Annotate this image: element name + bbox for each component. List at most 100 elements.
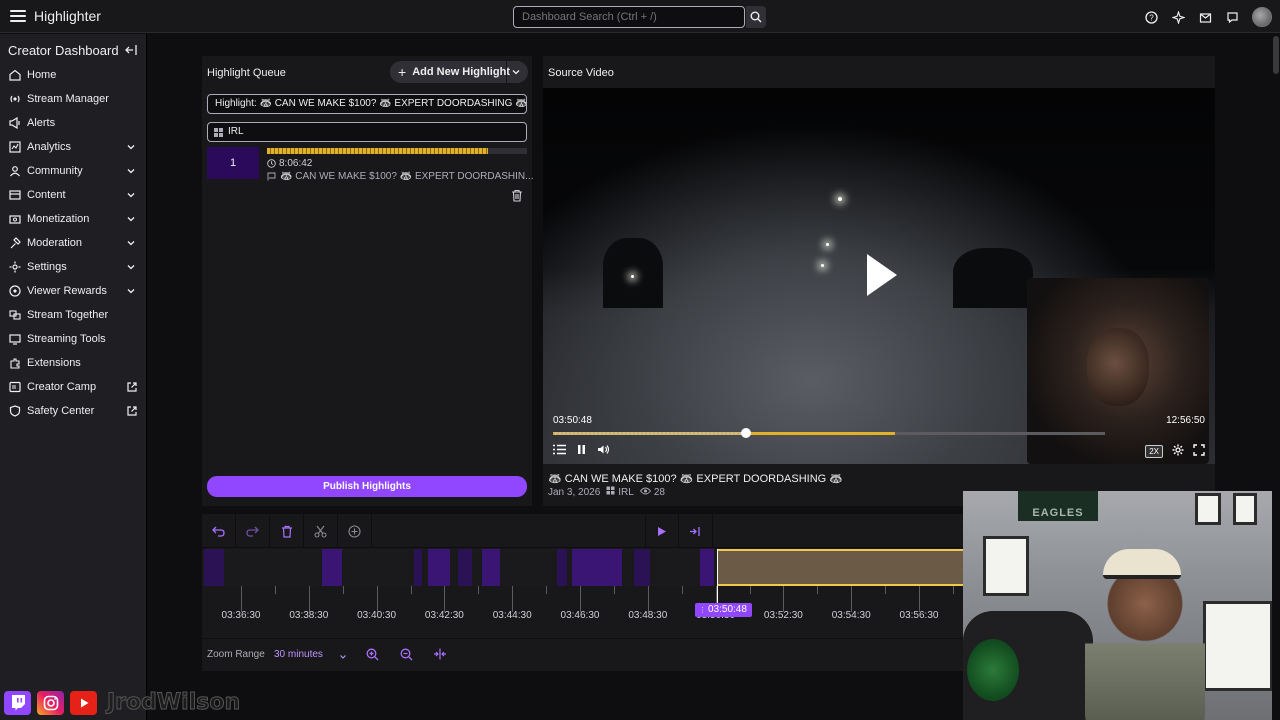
timeline-tick bbox=[241, 586, 242, 612]
sidebar-item-monetization[interactable]: Monetization bbox=[0, 207, 146, 231]
chevron-down-icon[interactable] bbox=[126, 262, 136, 272]
publish-highlights-button[interactable]: Publish Highlights bbox=[207, 476, 527, 497]
highlight-title-input[interactable]: Highlight: 🦝 CAN WE MAKE $100? 🦝 EXPERT … bbox=[207, 94, 527, 114]
whispers-icon[interactable] bbox=[1225, 10, 1240, 25]
timeline-highlight-segment[interactable] bbox=[414, 549, 422, 586]
video-info-meta: Jan 3, 2026 IRL 28 bbox=[548, 486, 665, 498]
menu-icon[interactable] bbox=[8, 6, 28, 26]
sidebar-item-analytics[interactable]: Analytics bbox=[0, 135, 146, 159]
delete-segment-icon[interactable] bbox=[270, 514, 304, 548]
gear-icon[interactable] bbox=[1172, 444, 1184, 459]
video-player[interactable]: 03:50:48 12:56:50 2X bbox=[543, 88, 1215, 464]
sidebar-item-viewer-rewards[interactable]: Viewer Rewards bbox=[0, 279, 146, 303]
add-new-highlight-button[interactable]: + Add New Highlight bbox=[390, 61, 528, 83]
timeline-highlight-segment[interactable] bbox=[482, 549, 500, 586]
sidebar-item-stream-together[interactable]: Stream Together bbox=[0, 303, 146, 327]
timeline-highlight-segment[interactable] bbox=[322, 549, 342, 586]
home-icon bbox=[9, 69, 21, 81]
sidebar-item-label: Stream Manager bbox=[27, 93, 109, 105]
playback-speed-button[interactable]: 2X bbox=[1145, 445, 1163, 458]
jump-to-cursor-icon[interactable] bbox=[679, 514, 713, 548]
volume-icon[interactable] bbox=[597, 444, 610, 458]
fit-timeline-icon[interactable] bbox=[433, 647, 447, 661]
pause-icon[interactable] bbox=[576, 444, 587, 458]
sidebar-item-extensions[interactable]: Extensions bbox=[0, 351, 146, 375]
timeline-tick bbox=[580, 586, 581, 612]
timeline-highlight-segment[interactable] bbox=[458, 549, 472, 586]
search-button[interactable] bbox=[746, 6, 766, 28]
delete-clip-icon[interactable] bbox=[511, 189, 523, 202]
source-video-title: Source Video bbox=[548, 67, 614, 79]
playhead-handle-icon: ⋮ bbox=[699, 607, 706, 614]
sidebar-item-streaming-tools[interactable]: Streaming Tools bbox=[0, 327, 146, 351]
timeline-play-icon[interactable] bbox=[645, 514, 679, 548]
chevron-down-icon[interactable] bbox=[126, 286, 136, 296]
seek-bar-highlighted bbox=[746, 432, 896, 435]
dashboard-search-input[interactable] bbox=[513, 6, 745, 28]
zoom-bar: Zoom Range 30 minutes bbox=[202, 639, 972, 671]
sidebar-item-home[interactable]: Home bbox=[0, 63, 146, 87]
chevron-down-icon[interactable] bbox=[126, 142, 136, 152]
video-seek-bar[interactable] bbox=[553, 432, 1105, 435]
sidebar-item-moderation[interactable]: Moderation bbox=[0, 231, 146, 255]
sidebar-item-content[interactable]: Content bbox=[0, 183, 146, 207]
sidebar-item-label: Viewer Rewards bbox=[27, 285, 107, 297]
clip-name-text: 🦝 CAN WE MAKE $100? 🦝 EXPERT DOORDASHIN.… bbox=[280, 171, 534, 182]
chevron-down-icon[interactable] bbox=[339, 650, 347, 659]
inbox-icon[interactable] bbox=[1198, 10, 1213, 25]
timeline-highlight-segment[interactable] bbox=[204, 549, 224, 586]
sidebar-item-label: Home bbox=[27, 69, 57, 81]
sidebar-item-alerts[interactable]: Alerts bbox=[0, 111, 146, 135]
webcam-hat bbox=[1103, 549, 1181, 579]
timeline-highlight-segment[interactable] bbox=[572, 549, 622, 586]
chevron-down-icon[interactable] bbox=[126, 190, 136, 200]
webcam-person bbox=[1085, 561, 1205, 720]
help-icon[interactable]: ? bbox=[1144, 10, 1159, 25]
sidebar-item-safety-center[interactable]: Safety Center bbox=[0, 399, 146, 423]
video-date: Jan 3, 2026 bbox=[548, 486, 601, 498]
monetization-icon bbox=[9, 213, 21, 225]
chevron-down-icon[interactable] bbox=[126, 166, 136, 176]
play-icon[interactable] bbox=[867, 254, 897, 296]
chapters-icon[interactable] bbox=[553, 444, 566, 458]
sparkle-icon[interactable] bbox=[1171, 10, 1186, 25]
fullscreen-icon[interactable] bbox=[1193, 444, 1205, 459]
sidebar-item-stream-manager[interactable]: Stream Manager bbox=[0, 87, 146, 111]
timeline-highlight-segment[interactable] bbox=[557, 549, 567, 586]
timeline-scale: 03:36:30 03:38:30 03:40:30 03:42:30 03:44:30… bbox=[202, 586, 972, 638]
community-icon bbox=[9, 165, 21, 177]
scissors-icon[interactable] bbox=[304, 514, 338, 548]
queue-clip-item[interactable]: 1 8:06:42 🦝 CAN WE MAKE $100? 🦝 EXPERT D… bbox=[207, 147, 534, 182]
zoom-out-icon[interactable] bbox=[399, 647, 413, 661]
timeline-track[interactable] bbox=[202, 549, 972, 586]
highlight-queue-panel: Highlight Queue + Add New Highlight High… bbox=[202, 56, 534, 506]
collapse-sidebar-icon[interactable] bbox=[124, 43, 138, 57]
chevron-down-icon[interactable] bbox=[126, 214, 136, 224]
clock-icon bbox=[267, 159, 276, 168]
add-segment-icon[interactable] bbox=[338, 514, 372, 548]
timeline-tick-label: 03:44:30 bbox=[492, 610, 532, 621]
redo-icon[interactable] bbox=[236, 514, 270, 548]
page-scrollbar[interactable] bbox=[1272, 34, 1280, 720]
sidebar-item-creator-camp[interactable]: Creator Camp bbox=[0, 375, 146, 399]
avatar[interactable] bbox=[1252, 7, 1272, 27]
chevron-down-icon[interactable] bbox=[506, 61, 524, 83]
timeline-highlight-segment[interactable] bbox=[700, 549, 714, 586]
timeline-highlight-segment[interactable] bbox=[428, 549, 450, 586]
undo-icon[interactable] bbox=[202, 514, 236, 548]
timeline-highlight-segment[interactable] bbox=[634, 549, 650, 586]
chevron-down-icon[interactable] bbox=[126, 238, 136, 248]
zoom-range-select[interactable]: 30 minutes bbox=[274, 649, 323, 660]
sidebar-item-community[interactable]: Community bbox=[0, 159, 146, 183]
sidebar-item-settings[interactable]: Settings bbox=[0, 255, 146, 279]
zoom-in-icon[interactable] bbox=[365, 647, 379, 661]
scrollbar-thumb[interactable] bbox=[1273, 36, 1279, 74]
webcam-wall-frame bbox=[983, 536, 1029, 596]
creator-camp-icon bbox=[9, 381, 21, 393]
playhead-time-text: 03:50:48 bbox=[708, 604, 747, 615]
plus-icon: + bbox=[398, 64, 407, 80]
webcam-wall-frame bbox=[1195, 493, 1221, 525]
selected-clip-segment[interactable] bbox=[717, 549, 972, 586]
video-end-time: 12:56:50 bbox=[1166, 415, 1205, 426]
category-field[interactable]: IRL bbox=[207, 122, 527, 142]
